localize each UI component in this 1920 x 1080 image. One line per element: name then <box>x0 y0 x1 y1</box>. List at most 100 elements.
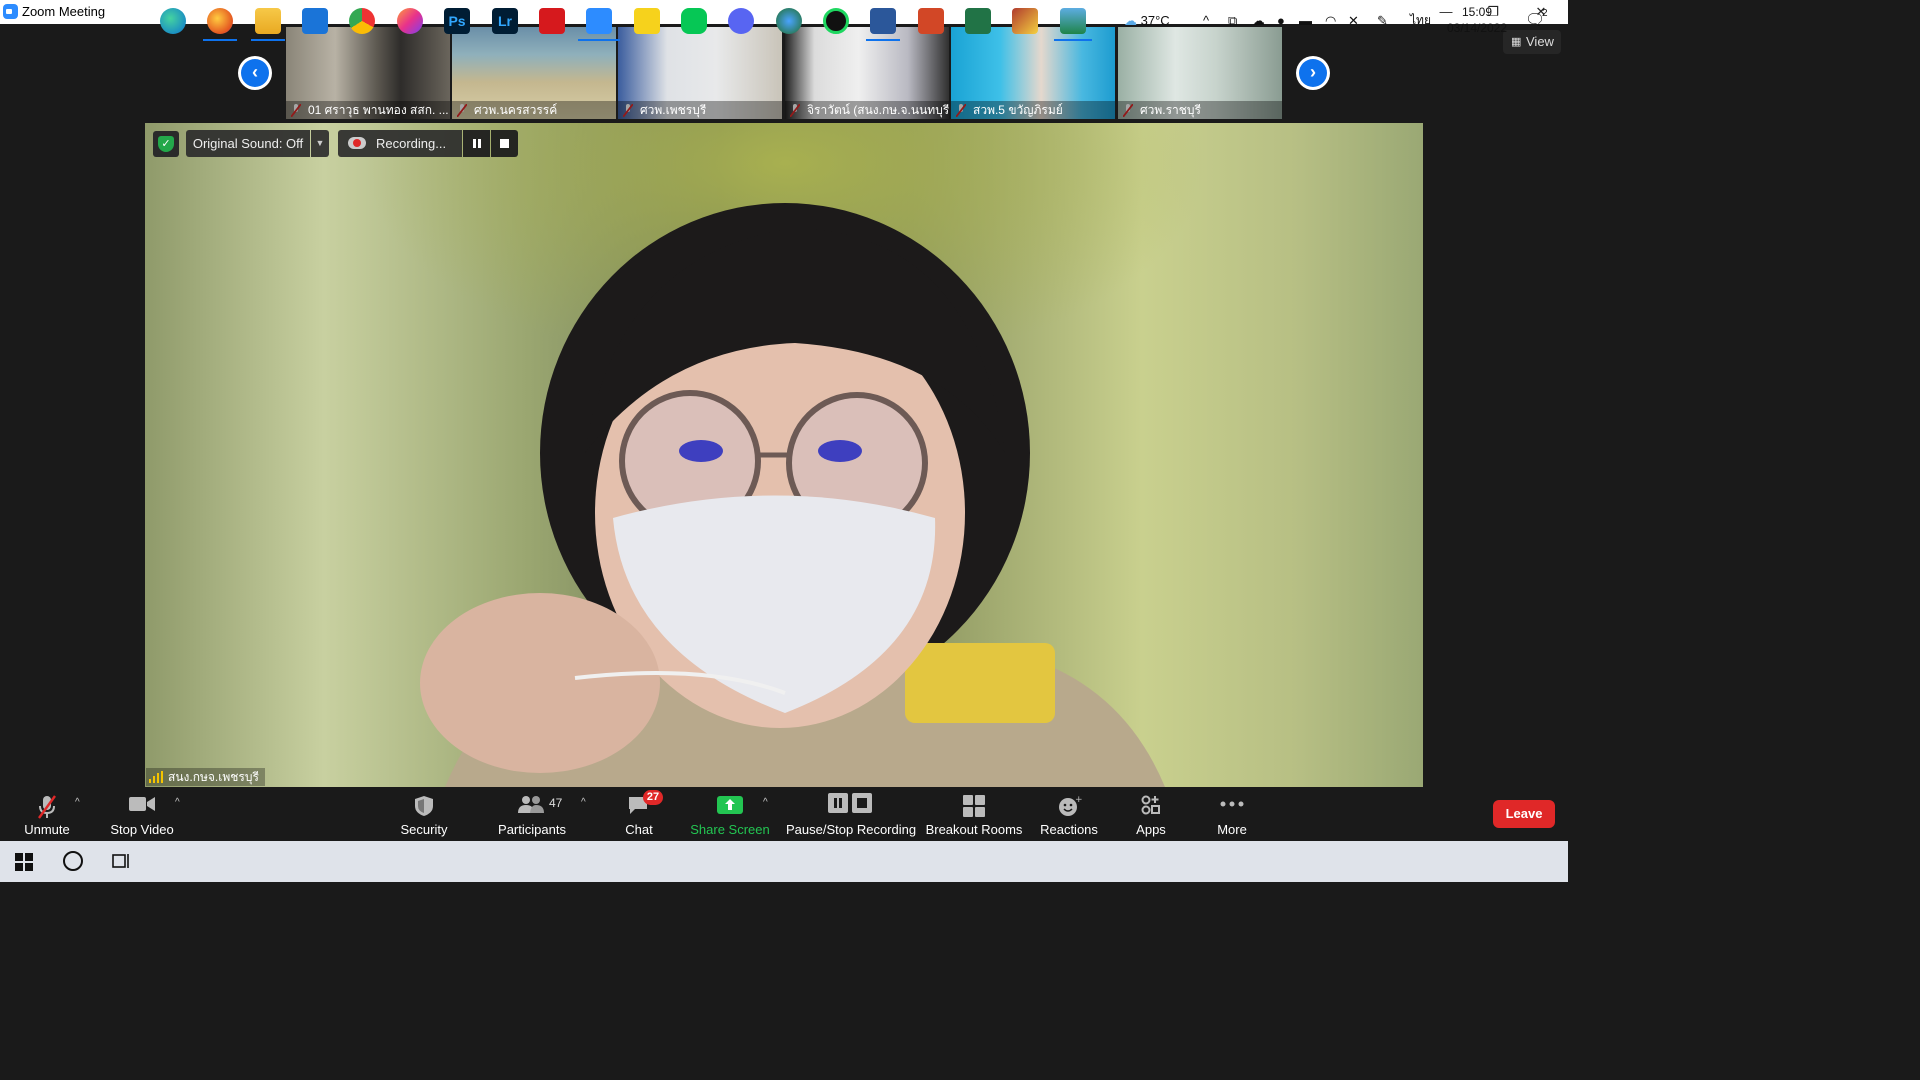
chevron-right-icon: › <box>1299 59 1327 87</box>
photos-active-indicator <box>1054 39 1092 41</box>
security-button[interactable]: Security <box>390 787 458 839</box>
battery-icon[interactable]: ▬ <box>1299 0 1312 41</box>
participant-name: ศวพ.นครสวรรค์ <box>452 101 616 119</box>
participant-name: ศวพ.ราชบุรี <box>1118 101 1282 119</box>
zoom-taskbar-icon[interactable] <box>586 8 612 34</box>
onedrive-icon[interactable]: ☁ <box>1252 0 1265 41</box>
video-options-caret[interactable]: ^ <box>175 797 180 808</box>
more-label: More <box>1217 822 1247 837</box>
unmute-button[interactable]: Unmute <box>12 787 82 839</box>
reactions-button[interactable]: + Reactions <box>1036 787 1102 839</box>
participants-count: 47 <box>549 796 563 810</box>
audio-options-caret[interactable]: ^ <box>75 797 80 808</box>
unmute-label: Unmute <box>24 822 70 837</box>
apps-button[interactable]: Apps <box>1124 787 1178 839</box>
notifications-button[interactable]: 🗨 2 <box>1525 0 1555 41</box>
chat-button[interactable]: 27 Chat <box>612 787 666 839</box>
window-title: Zoom Meeting <box>22 4 106 19</box>
share-options-caret[interactable]: ^ <box>763 797 768 808</box>
firefox-icon[interactable] <box>207 8 233 34</box>
speaker-name: สนง.กษจ.เพชรบุรี <box>168 770 259 784</box>
original-sound-toggle[interactable]: Original Sound: Off <box>186 130 310 157</box>
stop-video-label: Stop Video <box>110 822 174 837</box>
explorer-active-indicator <box>251 39 285 41</box>
recording-indicator: Recording... <box>338 130 462 157</box>
cloud-record-icon <box>348 137 366 149</box>
photos-icon[interactable] <box>1060 8 1086 34</box>
photoshop-icon[interactable]: Ps <box>444 8 470 34</box>
acrobat-icon[interactable] <box>539 8 565 34</box>
participant-tile[interactable]: ศวพ.เพชรบุรี <box>618 27 782 119</box>
meeting-toolbar <box>0 787 1568 839</box>
creative-cloud-icon[interactable] <box>397 8 423 34</box>
shield-icon <box>415 796 433 816</box>
powerpoint-icon[interactable] <box>918 8 944 34</box>
svg-text:+: + <box>1075 795 1082 805</box>
security-label: Security <box>400 822 448 837</box>
participants-button[interactable]: 47 Participants <box>492 787 572 839</box>
stop-video-button[interactable]: Stop Video <box>100 787 184 839</box>
participants-label: Participants <box>498 822 566 837</box>
chat-unread-badge: 27 <box>643 790 663 805</box>
pause-recording-button[interactable] <box>463 130 490 157</box>
participant-name: จิราวัตน์ (สนง.กษ.จ.นนทบุรี) <box>785 101 949 119</box>
meet-now-icon[interactable]: ⧉ <box>1228 0 1237 41</box>
shield-check-icon: ✓ <box>158 136 174 152</box>
globe-icon[interactable] <box>776 8 802 34</box>
participant-name: ศวพ.เพชรบุรี <box>618 101 782 119</box>
security-status[interactable]: ✓ <box>153 131 179 157</box>
edge-icon[interactable] <box>160 8 186 34</box>
tray-overflow-icon[interactable]: ^ <box>1203 0 1209 41</box>
chrome-icon[interactable] <box>349 8 375 34</box>
signal-icon <box>149 771 163 783</box>
participant-name: 01 ศราวุธ พานทอง สสก. ... <box>286 101 450 119</box>
chat-label: Chat <box>625 822 653 837</box>
pause-stop-recording-button[interactable]: Pause/Stop Recording <box>786 787 916 839</box>
share-screen-label: Share Screen <box>690 822 770 837</box>
original-sound-dropdown[interactable]: ▼ <box>311 130 329 157</box>
search-icon[interactable] <box>63 851 83 871</box>
pen-icon[interactable]: ✎ <box>1377 0 1388 41</box>
participant-tile[interactable]: 01 ศราวุธ พานทอง สสก. ... <box>286 27 450 119</box>
share-screen-button[interactable]: Share Screen <box>688 787 772 839</box>
gallery-prev-button[interactable]: ‹ <box>238 56 272 90</box>
main-speaker-video[interactable] <box>145 123 1423 787</box>
windows-start-icon[interactable] <box>15 853 33 871</box>
word-active-indicator <box>866 39 900 41</box>
weather-widget[interactable]: ☁ 37°C <box>1124 0 1170 41</box>
player-icon[interactable] <box>634 8 660 34</box>
more-dots-icon <box>1220 801 1244 807</box>
line-icon[interactable] <box>681 8 707 34</box>
task-view-icon[interactable] <box>112 852 132 870</box>
pause-stop-icon <box>828 793 872 813</box>
word-icon[interactable] <box>870 8 896 34</box>
participants-icon <box>518 796 544 813</box>
more-button[interactable]: More <box>1206 787 1258 839</box>
participants-options-caret[interactable]: ^ <box>581 797 586 808</box>
leave-button[interactable]: Leave <box>1493 800 1555 828</box>
notification-count: 2 <box>1542 8 1548 19</box>
game-app-icon[interactable] <box>1012 8 1038 34</box>
input-language[interactable]: ไทย <box>1410 0 1431 41</box>
stop-recording-button[interactable] <box>491 130 518 157</box>
mail-icon[interactable] <box>302 8 328 34</box>
clock-date: 03/14/2022 <box>1446 21 1508 35</box>
speaker-name-label: สนง.กษจ.เพชรบุรี <box>146 768 265 786</box>
media-player-icon[interactable] <box>823 8 849 34</box>
weather-temp: 37°C <box>1140 13 1170 28</box>
lightroom-icon[interactable]: Lr <box>492 8 518 34</box>
gallery-next-button[interactable]: › <box>1296 56 1330 90</box>
breakout-rooms-icon <box>963 795 985 817</box>
clock-time: 15:09 <box>1461 5 1493 19</box>
recording-label: Recording... <box>376 136 447 151</box>
clock[interactable]: 15:09 03/14/2022 <box>1440 0 1514 45</box>
volume-muted-icon[interactable]: ✕ <box>1348 0 1359 41</box>
microphone-icon[interactable]: ● <box>1277 0 1285 41</box>
discord-icon[interactable] <box>728 8 754 34</box>
breakout-rooms-button[interactable]: Breakout Rooms <box>924 787 1024 839</box>
windows-taskbar <box>0 841 1568 882</box>
excel-icon[interactable] <box>965 8 991 34</box>
apps-label: Apps <box>1136 822 1166 837</box>
file-explorer-icon[interactable] <box>255 8 281 34</box>
wifi-icon[interactable]: ◠ <box>1325 0 1336 41</box>
